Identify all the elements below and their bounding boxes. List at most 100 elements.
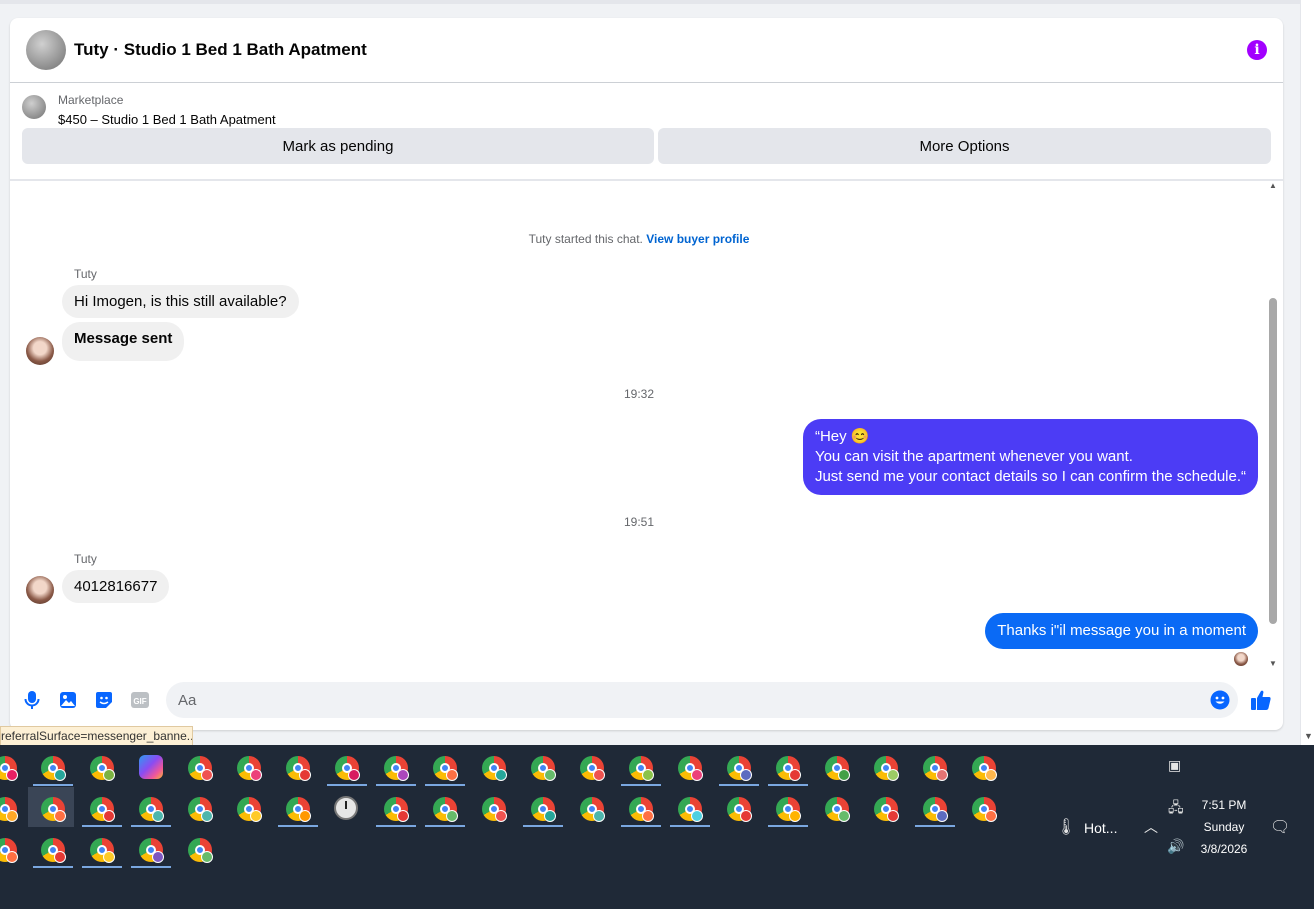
- timestamp: 19:51: [623, 515, 655, 529]
- chrome-icon[interactable]: [0, 755, 18, 781]
- chrome-icon[interactable]: [40, 755, 66, 781]
- chrome-icon[interactable]: [775, 796, 801, 822]
- chrome-icon[interactable]: [481, 796, 507, 822]
- meet-now-icon[interactable]: ▣: [1168, 757, 1181, 774]
- chat-title[interactable]: Tuty · Studio 1 Bed 1 Bath Apatment: [74, 40, 367, 60]
- chrome-icon[interactable]: [579, 755, 605, 781]
- chrome-icon[interactable]: [873, 796, 899, 822]
- weather-hot-icon[interactable]: 🌡: [1056, 817, 1076, 837]
- chrome-icon[interactable]: [236, 796, 262, 822]
- taskbar-indicator: [768, 825, 808, 827]
- marketplace-listing[interactable]: Marketplace $450 – Studio 1 Bed 1 Bath A…: [10, 83, 1283, 128]
- more-options-button[interactable]: More Options: [658, 128, 1271, 164]
- chrome-icon[interactable]: [0, 837, 18, 863]
- chrome-icon[interactable]: [677, 796, 703, 822]
- message-line: “Hey 😊: [814, 428, 870, 445]
- mark-as-pending-button[interactable]: Mark as pending: [22, 128, 654, 164]
- chrome-icon[interactable]: [383, 796, 409, 822]
- clock-day[interactable]: Sunday: [1196, 820, 1252, 834]
- thumbs-up-icon[interactable]: [1250, 689, 1272, 711]
- listing-small-thumbnail: [22, 95, 46, 119]
- taskbar-indicator: [425, 784, 465, 786]
- view-buyer-profile-link[interactable]: View buyer profile: [646, 232, 749, 246]
- chrome-icon[interactable]: [579, 796, 605, 822]
- chrome-icon[interactable]: [530, 796, 556, 822]
- network-icon[interactable]: 🖧: [1168, 797, 1184, 821]
- taskbar-indicator: [621, 784, 661, 786]
- chrome-icon[interactable]: [432, 755, 458, 781]
- chrome-icon[interactable]: [726, 755, 752, 781]
- taskbar-indicator: [33, 866, 73, 868]
- chrome-icon[interactable]: [89, 837, 115, 863]
- taskbar-indicator: [327, 784, 367, 786]
- chrome-icon[interactable]: [530, 755, 556, 781]
- chrome-icon[interactable]: [971, 755, 997, 781]
- chrome-icon[interactable]: [971, 796, 997, 822]
- chrome-icon[interactable]: [726, 796, 752, 822]
- incoming-message[interactable]: 4012816677: [62, 570, 170, 603]
- chrome-icon[interactable]: [40, 796, 66, 822]
- message-input[interactable]: [166, 682, 1166, 718]
- scroll-up-arrow-icon[interactable]: ▲: [1269, 181, 1277, 190]
- chrome-icon[interactable]: [383, 755, 409, 781]
- avatar[interactable]: [26, 337, 54, 365]
- windows-taskbar: ▣ 🌡 Hot... ︿ 🖧 🔊 7:51 PM Sunday 3/8/2026…: [0, 745, 1314, 909]
- outgoing-message[interactable]: Thanks i"il message you in a moment: [985, 613, 1258, 649]
- gif-icon[interactable]: GIF: [130, 690, 150, 710]
- copilot-icon[interactable]: [139, 755, 163, 779]
- chrome-icon[interactable]: [187, 837, 213, 863]
- chrome-icon[interactable]: [89, 796, 115, 822]
- chrome-icon[interactable]: [187, 796, 213, 822]
- chrome-icon[interactable]: [628, 755, 654, 781]
- emoji-icon[interactable]: [1210, 690, 1230, 710]
- volume-icon[interactable]: 🔊: [1167, 838, 1184, 855]
- clock-app-icon[interactable]: [334, 796, 358, 820]
- incoming-message[interactable]: Message sent: [62, 322, 185, 361]
- image-icon[interactable]: [58, 690, 78, 710]
- message-list: ▲ ▼ Tuty started this chat. View buyer p…: [10, 181, 1283, 671]
- seen-receipt-avatar: [1234, 652, 1248, 666]
- scroll-down-arrow-icon[interactable]: ▼: [1269, 659, 1277, 668]
- microphone-icon[interactable]: [22, 690, 42, 710]
- chrome-icon[interactable]: [922, 796, 948, 822]
- notifications-icon[interactable]: 🗨: [1270, 817, 1290, 837]
- chrome-icon[interactable]: [628, 796, 654, 822]
- chrome-icon[interactable]: [236, 755, 262, 781]
- chrome-icon[interactable]: [824, 755, 850, 781]
- scrollbar-thumb[interactable]: [1269, 298, 1277, 624]
- sender-name: Tuty: [74, 552, 97, 566]
- chevron-up-icon[interactable]: ︿: [1144, 817, 1158, 837]
- incoming-message[interactable]: Hi Imogen, is this still available?: [62, 285, 299, 318]
- chrome-icon[interactable]: [0, 796, 18, 822]
- taskbar-indicator: [82, 866, 122, 868]
- outgoing-message[interactable]: “Hey 😊 You can visit the apartment whene…: [802, 419, 1258, 495]
- chrome-icon[interactable]: [285, 796, 311, 822]
- clock-date[interactable]: 3/8/2026: [1196, 842, 1252, 856]
- chat-scrollbar[interactable]: ▲ ▼: [1268, 181, 1278, 668]
- chrome-icon[interactable]: [873, 755, 899, 781]
- info-icon[interactable]: i: [1247, 40, 1267, 60]
- chrome-icon[interactable]: [89, 755, 115, 781]
- avatar[interactable]: [26, 576, 54, 604]
- scroll-down-arrow-icon[interactable]: ▼: [1304, 731, 1313, 741]
- chrome-icon[interactable]: [187, 755, 213, 781]
- chrome-icon[interactable]: [677, 755, 703, 781]
- clock-time[interactable]: 7:51 PM: [1196, 798, 1252, 812]
- chrome-icon[interactable]: [138, 837, 164, 863]
- message-line: Just send me your contact details so I c…: [814, 468, 1246, 485]
- taskbar-indicator: [131, 825, 171, 827]
- chrome-icon[interactable]: [334, 755, 360, 781]
- chrome-icon[interactable]: [481, 755, 507, 781]
- chrome-icon[interactable]: [824, 796, 850, 822]
- chrome-icon[interactable]: [432, 796, 458, 822]
- chrome-icon[interactable]: [285, 755, 311, 781]
- chrome-icon[interactable]: [922, 755, 948, 781]
- weather-label[interactable]: Hot...: [1084, 820, 1117, 836]
- listing-thumbnail[interactable]: [26, 30, 66, 70]
- chrome-icon[interactable]: [775, 755, 801, 781]
- chrome-icon[interactable]: [138, 796, 164, 822]
- page-scrollbar[interactable]: ▼: [1300, 0, 1314, 745]
- chrome-icon[interactable]: [40, 837, 66, 863]
- taskbar-indicator: [376, 825, 416, 827]
- sticker-icon[interactable]: [94, 690, 114, 710]
